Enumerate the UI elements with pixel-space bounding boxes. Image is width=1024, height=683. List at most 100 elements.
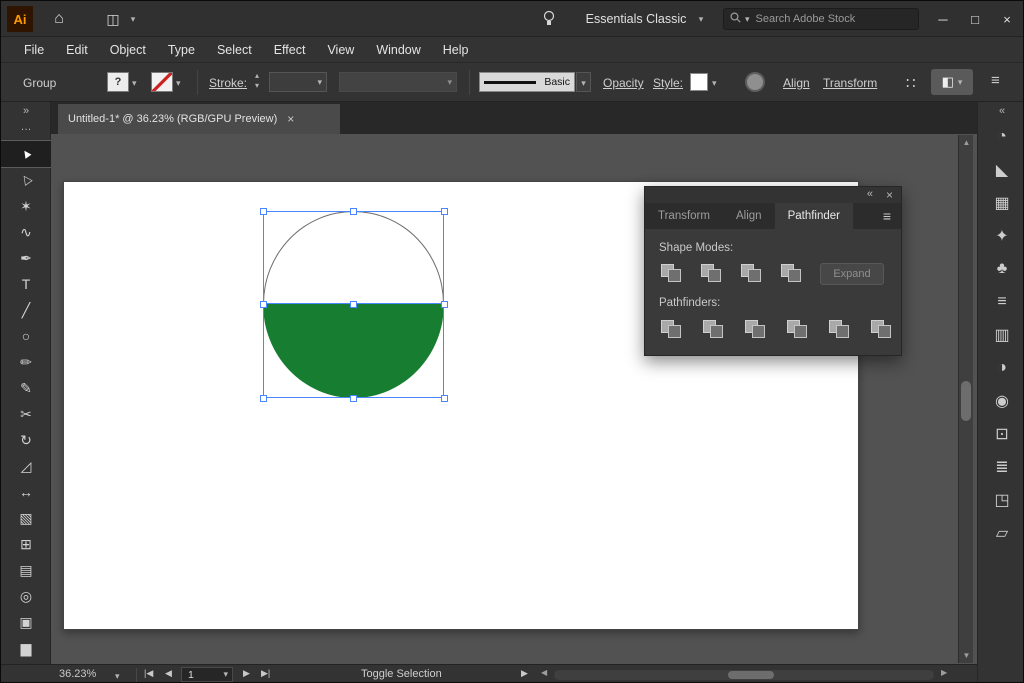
free-transform-tool[interactable]: ▧ xyxy=(1,505,51,531)
color-panel-icon[interactable]: ◔ xyxy=(978,120,1024,153)
mesh-tool[interactable]: ⊞ xyxy=(1,531,51,557)
lasso-tool[interactable]: ∿ xyxy=(1,219,51,245)
graphic-styles-panel-icon[interactable]: ⊡ xyxy=(978,417,1024,450)
document-tab-close-icon[interactable]: × xyxy=(287,112,294,126)
pencil-tool[interactable]: ✎ xyxy=(1,375,51,401)
artboards-panel-icon[interactable]: ◳ xyxy=(978,483,1024,516)
magic-wand-tool[interactable]: ✶ xyxy=(1,193,51,219)
menu-window[interactable]: Window xyxy=(365,37,431,63)
minus-front-icon[interactable] xyxy=(699,261,725,285)
edit-toolbar-icon[interactable]: … xyxy=(1,120,51,134)
prev-artboard-icon[interactable]: ◀ xyxy=(165,668,172,679)
horizontal-scroll-thumb[interactable] xyxy=(728,671,774,679)
column-graph-tool[interactable]: ▆ xyxy=(1,635,51,661)
zoom-caret-icon[interactable]: ▾ xyxy=(115,671,120,682)
panel-arrangement-button[interactable]: ◧ ▾ xyxy=(931,69,973,95)
search-input[interactable] xyxy=(754,12,894,26)
zoom-level[interactable]: 36.23% xyxy=(59,668,96,680)
selection-handle[interactable] xyxy=(441,395,448,402)
workspace-menu-caret-icon[interactable]: ▾ xyxy=(695,1,707,37)
line-tool[interactable]: ╱ xyxy=(1,297,51,323)
fill-caret-icon[interactable]: ▾ xyxy=(132,78,137,89)
stroke-panel-icon[interactable]: ≡ xyxy=(978,285,1024,318)
selection-handle[interactable] xyxy=(441,301,448,308)
width-profile-dropdown[interactable]: ▾ xyxy=(339,72,457,92)
dock-collapse-icon[interactable]: « xyxy=(978,102,1024,120)
style-link[interactable]: Style: xyxy=(653,76,683,90)
menu-file[interactable]: File xyxy=(13,37,55,63)
swatches-panel-icon[interactable]: ▦ xyxy=(978,186,1024,219)
first-artboard-icon[interactable]: |◀ xyxy=(144,668,153,679)
merge-icon[interactable] xyxy=(743,317,769,341)
menu-edit[interactable]: Edit xyxy=(55,37,99,63)
artboard-number-field[interactable]: ▾ xyxy=(181,667,233,682)
selection-handle[interactable] xyxy=(441,208,448,215)
ellipse-tool[interactable]: ○ xyxy=(1,323,51,349)
panel-collapse-icon[interactable]: « xyxy=(867,188,873,200)
adobe-stock-search[interactable]: ▾ xyxy=(723,8,919,30)
style-swatch[interactable] xyxy=(690,73,708,91)
asset-export-panel-icon[interactable]: ▱ xyxy=(978,516,1024,549)
brush-caret-button[interactable]: ▾ xyxy=(576,72,591,92)
stepper-up-icon[interactable]: ▴ xyxy=(255,71,259,81)
scroll-up-icon[interactable]: ▲ xyxy=(959,138,974,147)
brushes-panel-icon[interactable]: ✦ xyxy=(978,219,1024,252)
gradient-panel-icon[interactable]: ▥ xyxy=(978,318,1024,351)
width-tool[interactable]: ↔ xyxy=(1,479,51,505)
hscroll-left-icon[interactable]: ◀ xyxy=(541,668,547,677)
stroke-caret-icon[interactable]: ▾ xyxy=(176,78,181,89)
stroke-width-dropdown[interactable]: ▾ xyxy=(269,72,327,92)
pen-tool[interactable]: ✒ xyxy=(1,245,51,271)
minimize-button[interactable]: ─ xyxy=(927,1,959,37)
unite-icon[interactable] xyxy=(659,261,685,285)
recolor-artwork-icon[interactable] xyxy=(745,72,765,92)
workspace-menu[interactable]: Essentials Classic xyxy=(581,1,691,37)
gradient-tool[interactable]: ▤ xyxy=(1,557,51,583)
outline-icon[interactable] xyxy=(827,317,853,341)
artboard-caret-icon[interactable]: ▾ xyxy=(223,669,228,680)
symbols-panel-icon[interactable]: ♣ xyxy=(978,252,1024,285)
menu-view[interactable]: View xyxy=(316,37,365,63)
tab-align[interactable]: Align xyxy=(723,203,775,229)
selection-handle[interactable] xyxy=(350,301,357,308)
direct-selection-tool[interactable]: ▷ xyxy=(1,167,51,193)
stroke-panel-link[interactable]: Stroke: xyxy=(209,76,247,90)
minus-back-icon[interactable] xyxy=(869,317,895,341)
tab-transform[interactable]: Transform xyxy=(645,203,723,229)
appearance-panel-icon[interactable]: ◉ xyxy=(978,384,1024,417)
menu-help[interactable]: Help xyxy=(432,37,480,63)
divide-icon[interactable] xyxy=(659,317,685,341)
grid-view-icon[interactable]: ∷ xyxy=(906,74,916,92)
workspace-switcher-icon[interactable]: ◫ xyxy=(101,1,125,37)
next-artboard-icon[interactable]: ▶ xyxy=(243,668,250,679)
vertical-scroll-thumb[interactable] xyxy=(961,381,971,421)
panel-close-icon[interactable]: × xyxy=(886,188,893,202)
expand-button[interactable]: Expand xyxy=(820,263,884,285)
selection-handle[interactable] xyxy=(260,301,267,308)
selection-handle[interactable] xyxy=(260,395,267,402)
vertical-scrollbar[interactable]: ▲ ▼ xyxy=(958,135,973,663)
scale-tool[interactable]: ◿ xyxy=(1,453,51,479)
close-button[interactable]: × xyxy=(991,1,1023,37)
stroke-none-swatch[interactable] xyxy=(151,72,173,92)
stepper-down-icon[interactable]: ▾ xyxy=(255,81,259,91)
artboard-tool[interactable]: ▣ xyxy=(1,609,51,635)
selection-handle[interactable] xyxy=(260,208,267,215)
selection-handle[interactable] xyxy=(350,395,357,402)
transform-link[interactable]: Transform xyxy=(823,76,877,90)
scissors-tool[interactable]: ✂ xyxy=(1,401,51,427)
menu-object[interactable]: Object xyxy=(99,37,157,63)
horizontal-scrollbar[interactable] xyxy=(554,670,934,680)
align-link[interactable]: Align xyxy=(783,76,810,90)
artboard-number-input[interactable] xyxy=(186,668,212,682)
discover-icon[interactable] xyxy=(537,1,561,37)
layers-panel-icon[interactable]: ≣ xyxy=(978,450,1024,483)
panel-menu-icon[interactable]: ≡ xyxy=(883,208,891,224)
status-expand-icon[interactable]: ▶ xyxy=(521,668,528,679)
tab-pathfinder[interactable]: Pathfinder xyxy=(775,203,853,229)
scroll-down-icon[interactable]: ▼ xyxy=(959,651,974,660)
document-tab[interactable]: Untitled-1* @ 36.23% (RGB/GPU Preview) × xyxy=(58,104,340,134)
exclude-icon[interactable] xyxy=(779,261,805,285)
stroke-width-stepper[interactable]: ▴ ▾ xyxy=(255,71,259,91)
intersect-icon[interactable] xyxy=(739,261,765,285)
